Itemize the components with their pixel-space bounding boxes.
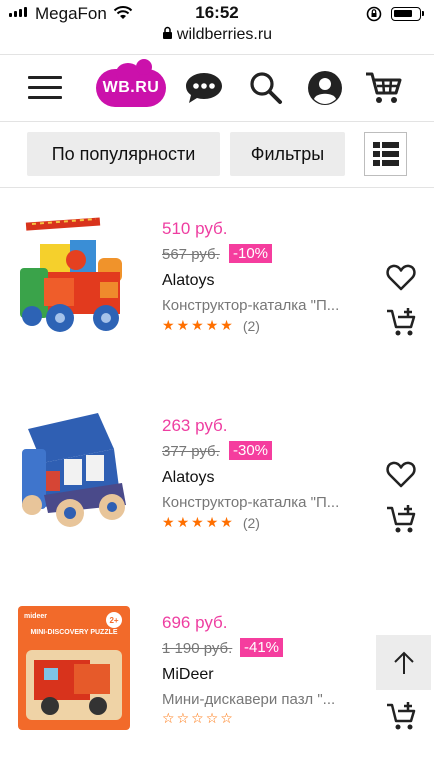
star-icon: ★ xyxy=(220,317,233,333)
search-button[interactable] xyxy=(246,67,286,109)
search-icon xyxy=(250,72,282,104)
add-to-cart-icon[interactable] xyxy=(386,701,416,731)
cart-button[interactable] xyxy=(364,67,404,109)
logo-text: WB.RU xyxy=(102,79,160,96)
address-bar[interactable]: wildberries.ru xyxy=(0,26,434,52)
product-brand: Alatoys xyxy=(162,272,215,289)
menu-icon xyxy=(28,76,62,79)
cart-icon xyxy=(366,72,402,103)
status-bar: MegaFon 16:52 xyxy=(0,0,434,26)
menu-button[interactable] xyxy=(26,67,64,109)
review-count: (2) xyxy=(242,317,260,334)
add-to-cart-icon[interactable] xyxy=(386,307,416,337)
view-toggle-button[interactable] xyxy=(364,132,407,176)
star-outline-icon: ☆ xyxy=(205,710,219,726)
product-image[interactable] xyxy=(14,212,134,342)
product-image[interactable]: mideer 2+ MINI-DISCOVERY PUZZLE xyxy=(14,606,134,736)
image-title-text: MINI-DISCOVERY PUZZLE xyxy=(30,629,117,636)
product-card[interactable]: 510 руб. 567 руб. -10% Alatoys Конструкт… xyxy=(0,212,434,402)
star-icon: ★ xyxy=(220,514,233,530)
discount-badge: -30% xyxy=(229,441,273,460)
product-price: 696 руб. xyxy=(162,613,228,632)
star-icon: ★ xyxy=(205,514,219,530)
review-count: (2) xyxy=(242,514,260,531)
star-icon: ★ xyxy=(191,317,204,333)
chat-icon xyxy=(186,73,222,103)
star-outline-icon: ☆ xyxy=(191,710,204,726)
chat-button[interactable] xyxy=(183,67,225,109)
star-outline-icon: ☆ xyxy=(176,710,190,726)
star-icon: ★ xyxy=(191,514,204,530)
user-icon xyxy=(308,71,342,105)
image-age-text: 2+ xyxy=(109,616,118,625)
rating-stars: ★ ★ ★ ★ ★ (2) xyxy=(162,514,260,531)
product-old-price: 1 190 руб. xyxy=(162,640,233,657)
profile-button[interactable] xyxy=(305,67,345,109)
site-header: WB.RU xyxy=(0,54,434,122)
product-old-price: 567 руб. xyxy=(162,246,220,263)
product-name[interactable]: Конструктор-каталка "П... xyxy=(162,494,362,511)
star-icon: ★ xyxy=(162,514,175,530)
product-image[interactable] xyxy=(14,409,134,539)
product-card[interactable]: 263 руб. 377 руб. -30% Alatoys Конструкт… xyxy=(0,409,434,599)
catalog-toolbar: По популярности Фильтры xyxy=(0,122,434,188)
heart-icon[interactable] xyxy=(386,262,416,292)
heart-icon[interactable] xyxy=(386,459,416,489)
product-old-price: 377 руб. xyxy=(162,443,220,460)
product-brand: MiDeer xyxy=(162,666,214,683)
rotation-lock-icon xyxy=(366,6,382,22)
star-icon: ★ xyxy=(176,514,190,530)
product-name[interactable]: Мини-дискавери пазл "... xyxy=(162,691,362,708)
discount-badge: -41% xyxy=(240,638,284,657)
rating-stars: ★ ★ ★ ★ ★ (2) xyxy=(162,317,260,334)
star-icon: ★ xyxy=(205,317,219,333)
star-icon: ★ xyxy=(162,317,175,333)
product-name[interactable]: Конструктор-каталка "П... xyxy=(162,297,362,314)
sort-button[interactable]: По популярности xyxy=(27,132,220,176)
star-outline-icon: ☆ xyxy=(162,710,175,726)
product-card[interactable]: mideer 2+ MINI-DISCOVERY PUZZLE 696 руб.… xyxy=(0,606,434,770)
product-price: 263 руб. xyxy=(162,416,228,435)
rating-stars: ☆ ☆ ☆ ☆ ☆ xyxy=(162,710,233,727)
star-icon: ★ xyxy=(176,317,190,333)
product-brand: Alatoys xyxy=(162,469,215,486)
product-price: 510 руб. xyxy=(162,219,228,238)
filter-button[interactable]: Фильтры xyxy=(230,132,345,176)
battery-icon xyxy=(391,7,424,21)
image-brand-text: mideer xyxy=(24,613,47,620)
star-outline-icon: ☆ xyxy=(220,710,233,726)
site-logo[interactable]: WB.RU xyxy=(96,59,166,109)
lock-icon xyxy=(162,26,172,39)
scroll-to-top-button[interactable] xyxy=(376,635,431,690)
discount-badge: -10% xyxy=(229,244,273,263)
url-text: wildberries.ru xyxy=(176,26,273,43)
list-view-icon xyxy=(372,142,399,166)
add-to-cart-icon[interactable] xyxy=(386,504,416,534)
arrow-up-icon xyxy=(393,651,414,674)
